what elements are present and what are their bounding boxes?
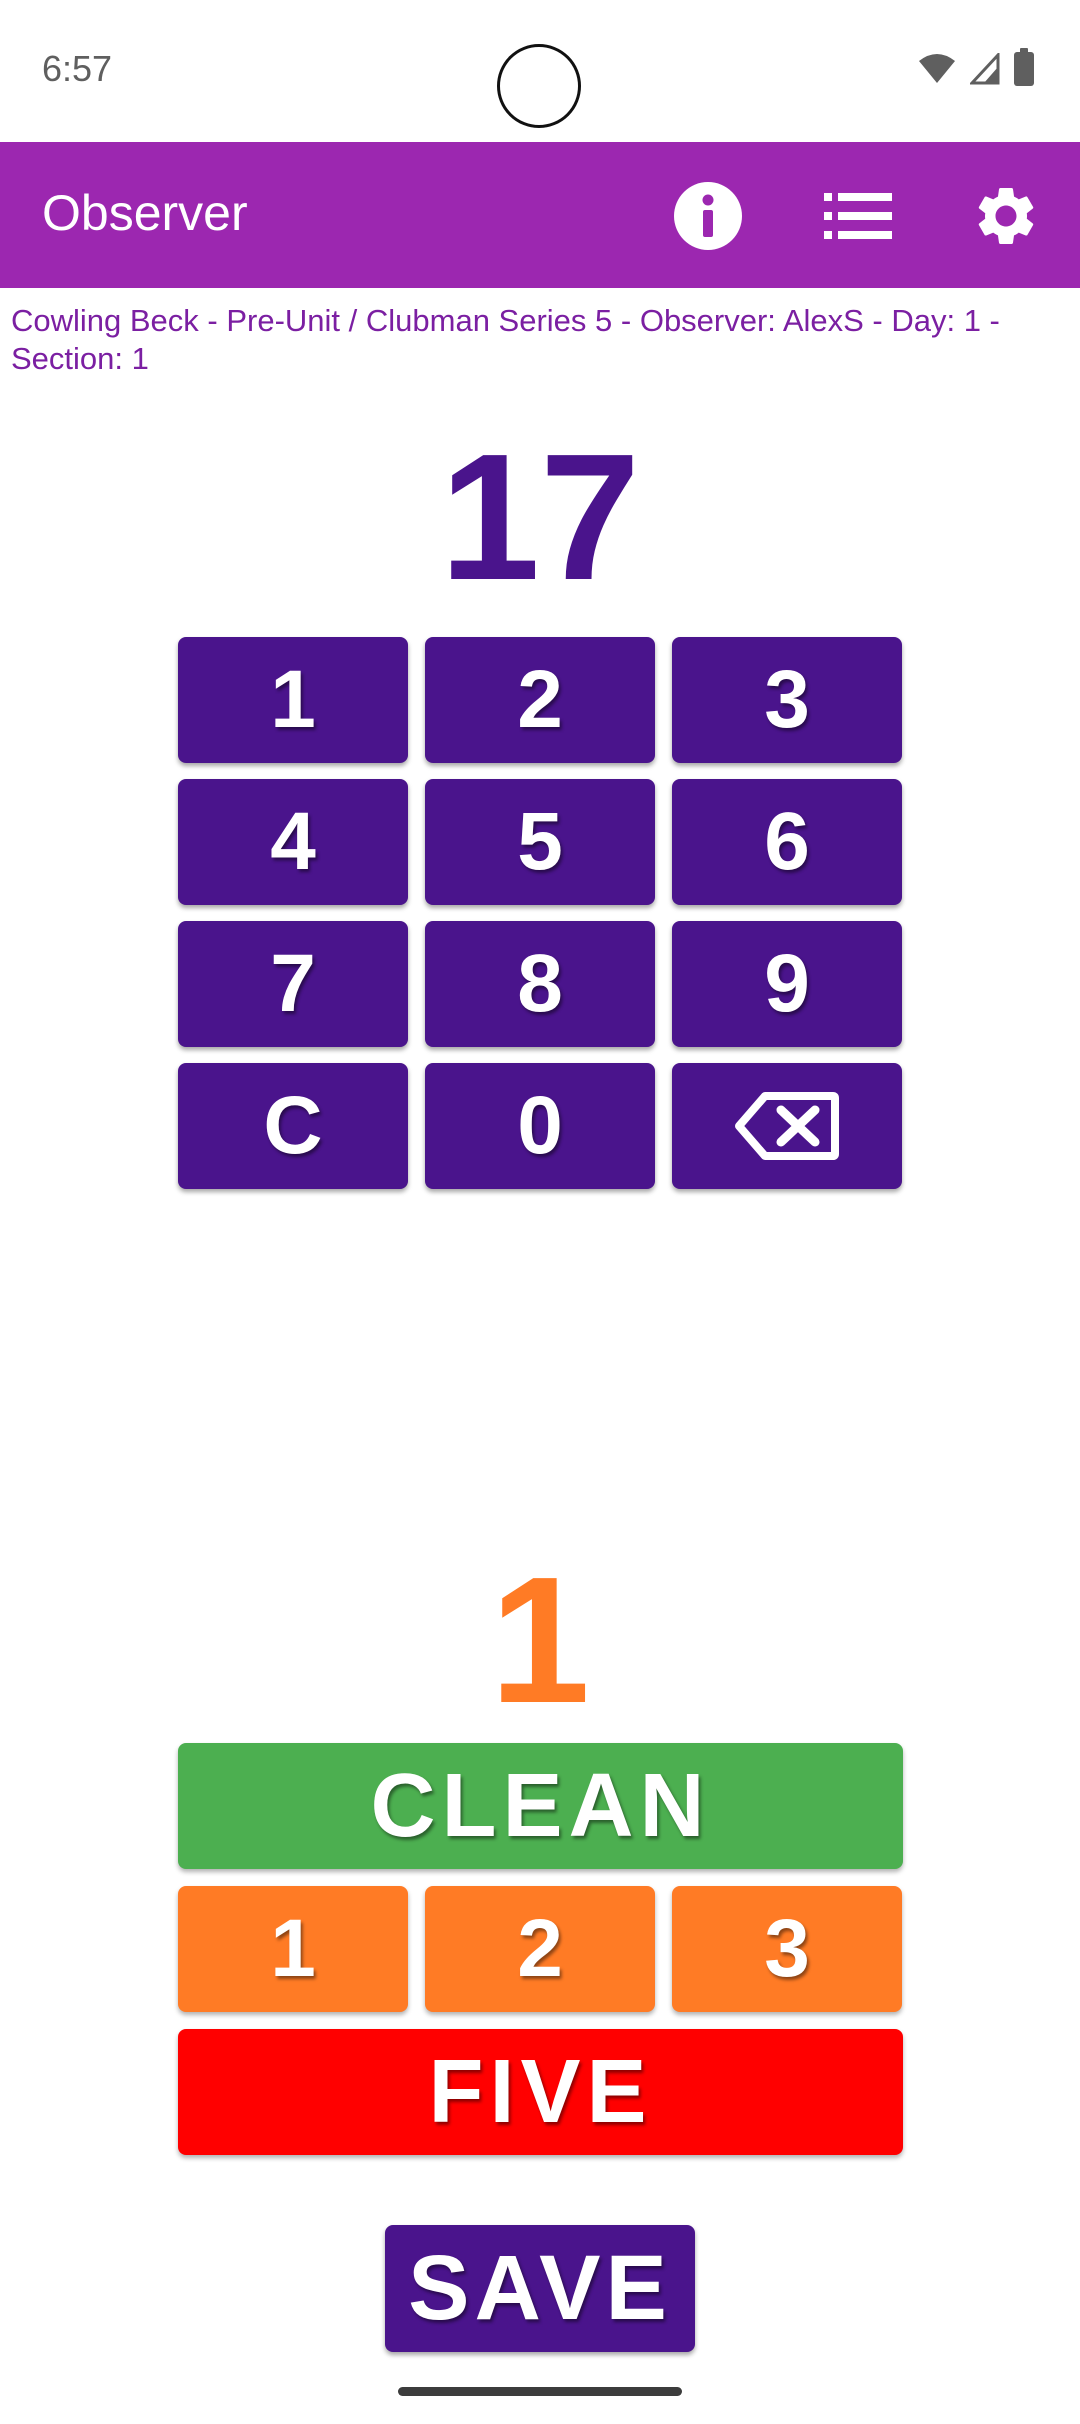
key-8[interactable]: 8: [425, 921, 655, 1047]
list-icon: [824, 193, 892, 239]
status-time: 6:57: [42, 48, 113, 89]
event-info-text: Cowling Beck - Pre-Unit / Clubman Series…: [11, 303, 1000, 376]
key-7[interactable]: 7: [178, 921, 408, 1047]
status-icons: [918, 48, 1034, 86]
key-3[interactable]: 3: [672, 637, 902, 763]
key-4[interactable]: 4: [178, 779, 408, 905]
info-icon: [674, 182, 742, 250]
score-3-button[interactable]: 3: [672, 1886, 902, 2012]
status-bar: 6:57: [0, 0, 1080, 142]
battery-icon: [1014, 48, 1034, 86]
key-5[interactable]: 5: [425, 779, 655, 905]
save-button[interactable]: SAVE: [385, 2225, 695, 2352]
backspace-key[interactable]: [672, 1063, 902, 1189]
list-button[interactable]: [818, 176, 898, 256]
app-bar: Observer: [0, 142, 1080, 288]
key-9[interactable]: 9: [672, 921, 902, 1047]
clear-key[interactable]: C: [178, 1063, 408, 1189]
clean-button[interactable]: CLEAN: [178, 1743, 903, 1869]
key-6[interactable]: 6: [672, 779, 902, 905]
penalty-score-display: 1: [489, 1540, 591, 1741]
app-title: Observer: [42, 185, 248, 241]
rider-number-display: 17: [439, 417, 641, 618]
gesture-nav-handle[interactable]: [398, 2387, 682, 2396]
settings-button[interactable]: [966, 176, 1046, 256]
camera-cutout: [497, 44, 581, 128]
key-2[interactable]: 2: [425, 637, 655, 763]
backspace-icon: [735, 1092, 839, 1160]
five-button[interactable]: FIVE: [178, 2029, 903, 2155]
cell-signal-icon: [970, 53, 1000, 85]
settings-gear-icon: [978, 187, 1034, 244]
wifi-icon: [919, 54, 955, 83]
score-2-button[interactable]: 2: [425, 1886, 655, 2012]
number-keypad: 1 2 3 4 5 6 7 8 9 C 0: [178, 637, 902, 1189]
score-1-button[interactable]: 1: [178, 1886, 408, 2012]
key-1[interactable]: 1: [178, 637, 408, 763]
key-0[interactable]: 0: [425, 1063, 655, 1189]
info-button[interactable]: [668, 176, 748, 256]
